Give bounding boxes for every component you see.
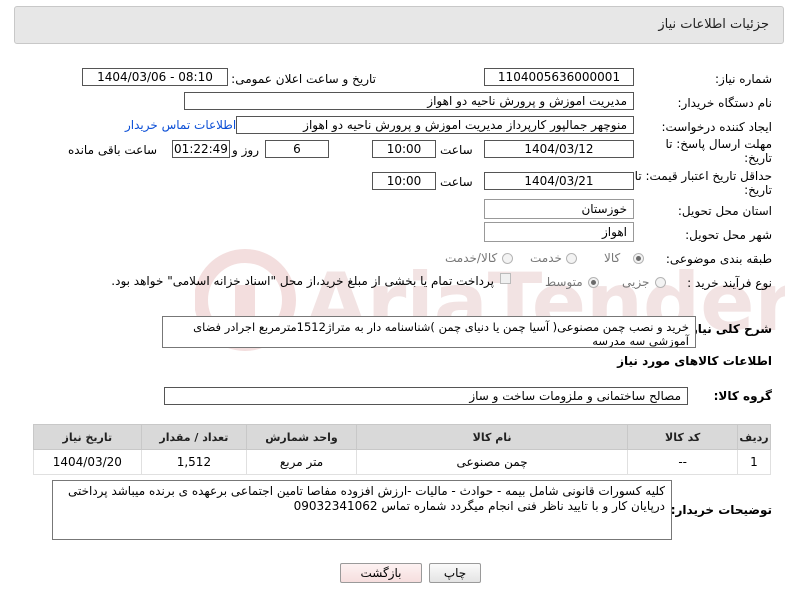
general-desc-textarea[interactable]: خرید و نصب چمن مصنوعی( آسیا چمن یا دنیای… [162, 316, 696, 348]
reply-deadline-label: مهلت ارسال پاسخ: تا تاریخ: [665, 137, 772, 165]
cell-unit: متر مربع [246, 449, 357, 475]
province-label: استان محل تحویل: [677, 204, 772, 218]
goods-group-label: گروه کالا: [713, 389, 772, 403]
col-item-code: کد کالا [627, 424, 738, 450]
print-button[interactable]: چاپ [429, 563, 481, 583]
need-number-label: شماره نیاز: [715, 72, 772, 86]
reply-date-field: 1404/03/12 [484, 140, 634, 158]
price-deadline-label: حداقل تاریخ اعتبار قیمت: تا تاریخ: [634, 169, 772, 197]
buyer-org-field: مدیریت اموزش و پرورش ناحیه دو اهواز [184, 92, 634, 110]
goods-section-title: اطلاعات کالاهای مورد نیاز [617, 354, 772, 368]
announce-label: تاریخ و ساعت اعلان عمومی: [231, 72, 376, 86]
process-radio-medium[interactable] [588, 277, 599, 288]
cell-item-name: چمن مصنوعی [355, 449, 629, 475]
cell-quantity: 1,512 [140, 449, 248, 475]
days-label: روز و [232, 143, 259, 157]
category-label: طبقه بندی موضوعی: [665, 252, 772, 266]
price-time-field: 10:00 [372, 172, 436, 190]
category-option-goods-service: کالا/خدمت [445, 251, 498, 265]
creator-label: ایجاد کننده درخواست: [661, 120, 772, 134]
category-radio-service[interactable] [566, 253, 577, 264]
table-row: 1 -- چمن مصنوعی متر مربع 1,512 1404/03/2… [33, 449, 771, 475]
cell-need-date: 1404/03/20 [33, 449, 142, 475]
general-desc-label: شرح کلی نیاز: [686, 322, 772, 336]
goods-group-field: مصالح ساختمانی و ملزومات ساخت و ساز [164, 387, 688, 405]
cell-item-code: -- [627, 449, 738, 475]
page-header: جزئیات اطلاعات نیاز [14, 6, 784, 44]
goods-table: ردیف کد کالا نام کالا واحد شمارش تعداد /… [33, 424, 771, 475]
col-need-date: تاریخ نیاز [33, 424, 142, 450]
col-row-number: ردیف [737, 424, 771, 450]
days-field: 6 [265, 140, 329, 158]
reply-time-field: 10:00 [372, 140, 436, 158]
cell-row-number: 1 [737, 449, 771, 475]
announce-datetime-field: 1404/03/06 - 08:10 [82, 68, 228, 86]
price-date-field: 1404/03/21 [484, 172, 634, 190]
category-radio-goods-service[interactable] [502, 253, 513, 264]
buyer-notes-label: توضیحات خریدار: [670, 503, 772, 517]
category-option-service: خدمت [530, 251, 562, 265]
city-field: اهواز [484, 222, 634, 242]
remaining-label: ساعت باقی مانده [68, 143, 158, 157]
col-item-name: نام کالا [355, 424, 629, 450]
category-radio-goods[interactable] [633, 253, 644, 264]
province-field: خوزستان [484, 199, 634, 219]
remaining-time-field: 01:22:49 [172, 140, 230, 158]
page-title: جزئیات اطلاعات نیاز [658, 17, 769, 32]
city-label: شهر محل تحویل: [685, 228, 772, 242]
goods-table-header: ردیف کد کالا نام کالا واحد شمارش تعداد /… [33, 424, 771, 450]
buyer-org-label: نام دستگاه خریدار: [677, 96, 773, 110]
reply-time-label: ساعت [440, 143, 473, 157]
col-quantity: تعداد / مقدار [140, 424, 248, 450]
process-option-minor: جزیی [622, 275, 650, 289]
col-unit: واحد شمارش [246, 424, 357, 450]
process-radio-minor[interactable] [655, 277, 666, 288]
creator-field: منوچهر جمالپور کارپرداز مدیریت اموزش و پ… [236, 116, 634, 134]
process-option-medium: متوسط [545, 275, 583, 289]
process-label: نوع فرآیند خرید : [687, 276, 772, 290]
back-button[interactable]: بازگشت [340, 563, 422, 583]
treasury-payment-checkbox[interactable] [500, 273, 511, 284]
treasury-payment-note: پرداخت تمام یا بخشی از مبلغ خرید،از محل … [111, 274, 494, 288]
need-number-field: 1104005636000001 [484, 68, 634, 86]
buyer-notes-textarea[interactable]: کلیه کسورات قانونی شامل بیمه - حوادث - م… [52, 480, 672, 540]
buyer-contact-link[interactable]: اطلاعات تماس خریدار [125, 118, 236, 132]
price-time-label: ساعت [440, 175, 473, 189]
category-option-goods: کالا [604, 251, 621, 265]
